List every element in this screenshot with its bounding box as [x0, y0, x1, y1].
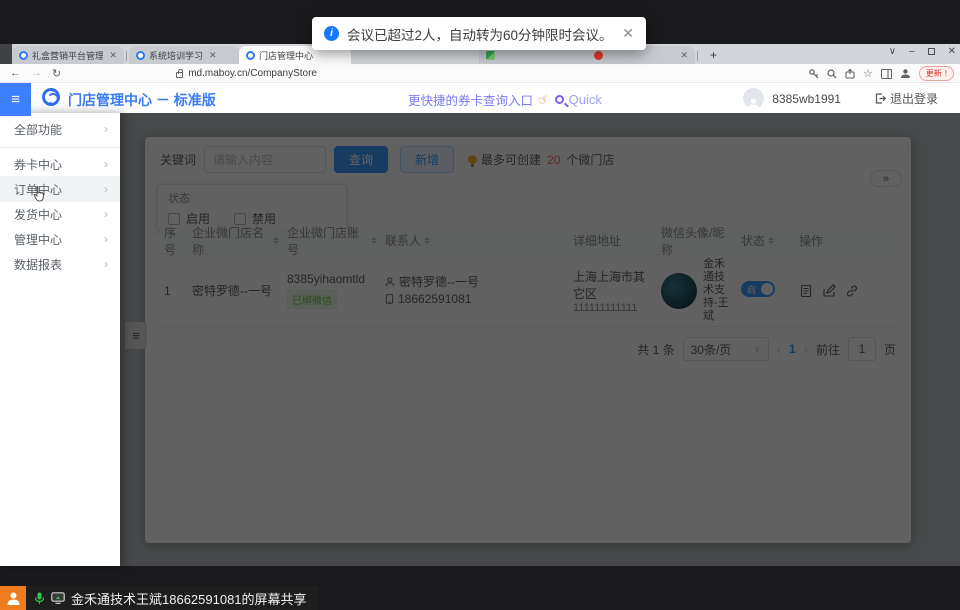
update-label: 更新: [926, 68, 942, 79]
main-region: 关键词 查询 新增 最多可创建 20 个微门店 状态: [120, 113, 960, 566]
browser-toolbar: ← → ↻ md.maboy.cn/CompanyStore ☆ 更新 !: [0, 64, 960, 83]
chevron-right-icon: ›: [104, 207, 108, 221]
key-icon[interactable]: [809, 69, 819, 79]
tab-separator: [697, 51, 698, 61]
user-avatar[interactable]: [743, 88, 764, 109]
sidebar-item-label: 管理中心: [14, 231, 62, 248]
sidebar-item-shipping-center[interactable]: 发货中心 ›: [0, 201, 120, 227]
shared-screen: 礼盒营销平台管理中心 ✕ 系统培训学习 ✕ 门店管理中心 ✕ +: [0, 44, 960, 565]
sidebar-item-label: 数据报表: [14, 256, 62, 273]
logout-icon: [875, 93, 886, 104]
site-favicon: [246, 51, 255, 60]
sidebar-item-management-center[interactable]: 管理中心 ›: [0, 226, 120, 252]
meeting-toast: i 会议已超过2人，自动转为60分钟限时会议。 ✕: [312, 17, 646, 50]
chevron-right-icon: ›: [104, 232, 108, 246]
side-panel-icon[interactable]: [881, 69, 892, 79]
toast-message: 会议已超过2人，自动转为60分钟限时会议。: [347, 24, 613, 44]
minimize-button[interactable]: –: [909, 46, 915, 57]
mouse-cursor: [33, 186, 46, 202]
reload-icon[interactable]: ↻: [52, 67, 61, 80]
tab-close-icon[interactable]: ✕: [209, 50, 217, 61]
site-favicon: [486, 51, 495, 60]
meeting-window: 礼盒营销平台管理中心 ✕ 系统培训学习 ✕ 门店管理中心 ✕ +: [0, 0, 960, 610]
app-title: 门店管理中心 － 标准版: [68, 90, 216, 110]
sidebar-item-all-functions[interactable]: 全部功能 ›: [0, 116, 120, 142]
microphone-icon: [34, 592, 45, 605]
new-tab-button[interactable]: +: [710, 48, 717, 62]
sidebar-item-order-center[interactable]: 订单中心 ›: [0, 176, 120, 202]
site-favicon: [136, 51, 145, 60]
share-status-pill: 金禾通技术王斌18662591081的屏幕共享: [26, 586, 319, 610]
quick-label[interactable]: Quick: [569, 92, 602, 107]
quick-search-icon[interactable]: [555, 95, 564, 104]
info-icon: i: [324, 26, 339, 41]
sharer-avatar: [0, 586, 26, 610]
site-favicon: [19, 51, 28, 60]
chevron-right-icon: ›: [104, 182, 108, 196]
pointing-finger-icon: ☞: [535, 90, 553, 110]
site-favicon: [594, 51, 603, 60]
username: 8385wb1991: [772, 92, 841, 106]
coupon-entry-link[interactable]: 更快捷的券卡查询入口: [408, 90, 533, 109]
screen-share-icon: [51, 592, 65, 604]
bookmark-star-icon[interactable]: ☆: [863, 67, 873, 80]
browser-tab-2[interactable]: 系统培训学习 ✕: [129, 46, 239, 64]
sidebar-item-label: 券卡中心: [14, 156, 62, 173]
close-window-button[interactable]: ✕: [948, 46, 956, 57]
toast-close-icon[interactable]: ✕: [622, 25, 634, 42]
browser-tab-1[interactable]: 礼盒营销平台管理中心 ✕: [12, 46, 124, 64]
sidebar-item-label: 全部功能: [14, 121, 62, 138]
tab-close-icon[interactable]: ✕: [680, 50, 688, 61]
browser-update-button[interactable]: 更新 !: [919, 66, 954, 81]
logout-label: 退出登录: [890, 90, 938, 107]
logout-button[interactable]: 退出登录: [875, 90, 938, 107]
chevron-right-icon: ›: [104, 257, 108, 271]
tab-title: 系统培训学习: [149, 49, 203, 62]
tab-separator: [126, 51, 127, 61]
profile-icon[interactable]: [900, 68, 911, 79]
back-icon[interactable]: ←: [10, 67, 21, 79]
app-logo: [42, 88, 60, 106]
chevron-right-icon: ›: [104, 122, 108, 136]
menu-toggle-button[interactable]: ≡: [0, 83, 31, 116]
address-bar[interactable]: md.maboy.cn/CompanyStore: [188, 68, 317, 79]
hamburger-icon: ≡: [11, 91, 20, 108]
tab-close-icon[interactable]: ✕: [109, 50, 117, 61]
divider: [0, 147, 120, 148]
chevron-right-icon: ›: [104, 157, 108, 171]
share-text: 金禾通技术王斌18662591081的屏幕共享: [71, 589, 307, 608]
tab-title: 门店管理中心: [259, 49, 313, 62]
sidebar-item-data-reports[interactable]: 数据报表 ›: [0, 251, 120, 277]
drawer-overlay-mask[interactable]: [120, 113, 960, 566]
update-excl-icon: !: [945, 69, 947, 78]
screen-share-bar: 金禾通技术王斌18662591081的屏幕共享: [0, 586, 319, 610]
sidebar-item-label: 发货中心: [14, 206, 62, 223]
window-controls: ∨ – ✕: [889, 46, 956, 57]
app-header: ≡ 门店管理中心 － 标准版 更快捷的券卡查询入口 ☞ Quick 8385wb…: [0, 83, 960, 113]
app-body: 关键词 查询 新增 最多可创建 20 个微门店 状态: [0, 113, 960, 566]
sidebar-item-coupon-center[interactable]: 券卡中心 ›: [0, 151, 120, 177]
lock-icon: [176, 72, 183, 78]
sidebar-drawer: 全部功能 › 券卡中心 › 订单中心 › 发货中心 › 管理中心: [0, 113, 120, 566]
tab-title: 礼盒营销平台管理中心: [32, 49, 103, 62]
tab-search-icon[interactable]: ∨: [889, 46, 896, 57]
maximize-button[interactable]: [928, 48, 935, 55]
person-icon: [6, 591, 21, 605]
forward-icon[interactable]: →: [31, 67, 42, 79]
zoom-icon[interactable]: [827, 69, 837, 79]
window-frame-edge: [0, 44, 12, 64]
share-icon[interactable]: [845, 69, 855, 79]
